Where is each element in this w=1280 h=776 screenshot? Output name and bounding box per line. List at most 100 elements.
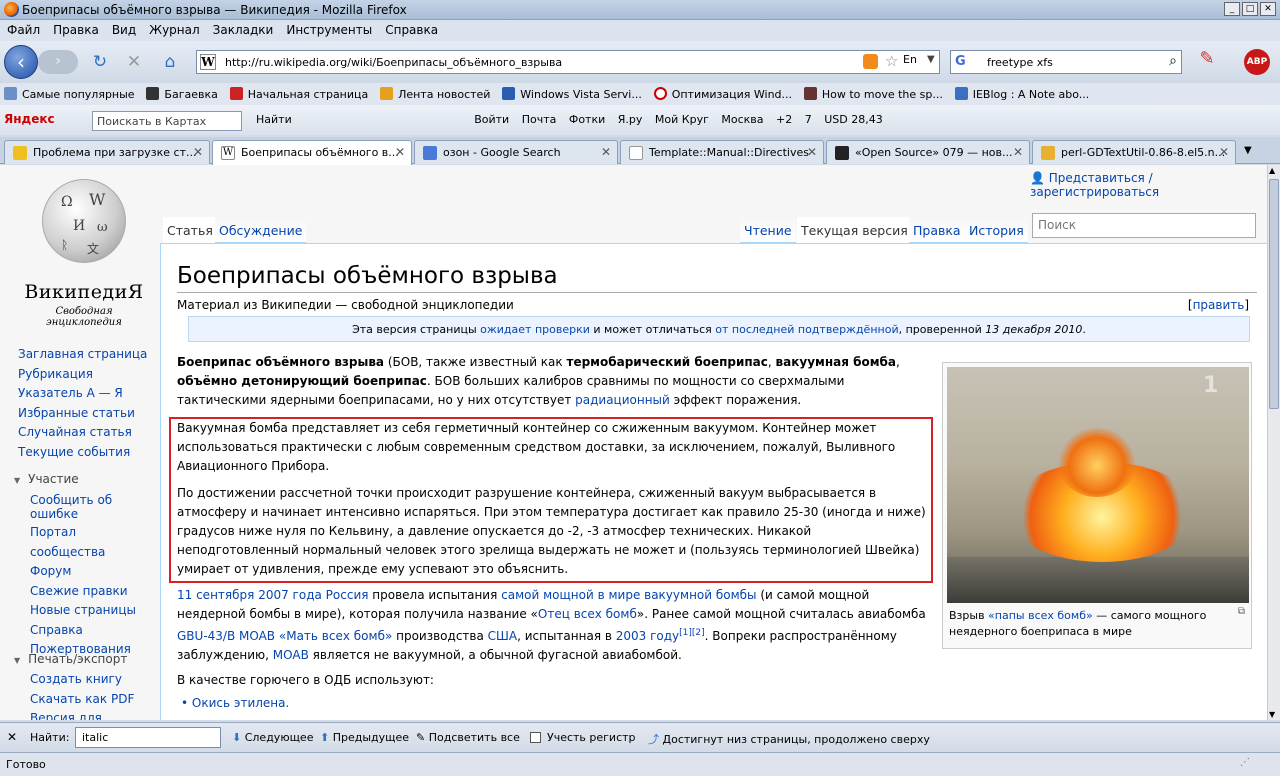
menu-help[interactable]: Справка: [378, 20, 444, 37]
minimize-button[interactable]: _: [1224, 2, 1240, 16]
yandex-traffic[interactable]: 7: [805, 113, 812, 126]
menu-tools[interactable]: Инструменты: [279, 20, 378, 37]
sidebar-item-random[interactable]: Случайная статья: [18, 423, 158, 443]
yandex-logo[interactable]: Яндекс: [4, 112, 55, 126]
bookmark-item[interactable]: Багаевка: [142, 83, 221, 101]
enlarge-icon[interactable]: ⧉: [1238, 606, 1245, 617]
url-bar[interactable]: W http://ru.wikipedia.org/wiki/Боеприпас…: [196, 50, 940, 74]
close-tab-icon[interactable]: ✕: [193, 145, 203, 159]
tab-opensource[interactable]: «Open Source» 079 — нов... ✕: [826, 140, 1030, 164]
search-bar-text[interactable]: freetype xfs: [987, 56, 1053, 69]
search-icon[interactable]: ⌕: [1169, 53, 1177, 69]
sidebar-item-print-version[interactable]: Версия для печати: [30, 709, 148, 720]
close-tab-icon[interactable]: ✕: [601, 145, 611, 159]
yandex-find-button[interactable]: Найти: [256, 113, 292, 126]
sidebar-item-recent-changes[interactable]: Свежие правки: [30, 582, 148, 602]
sidebar-item-report-error[interactable]: Сообщить об ошибке: [30, 491, 148, 523]
close-window-button[interactable]: ✕: [1260, 2, 1276, 16]
reload-icon[interactable]: ↻: [90, 52, 110, 72]
sidebar-heading-participation[interactable]: Участие: [14, 472, 79, 486]
find-previous-button[interactable]: ⬆ Предыдущее: [320, 731, 409, 744]
sidebar-item-community[interactable]: Портал сообщества: [30, 523, 148, 562]
sidebar-heading-print[interactable]: Печать/экспорт: [14, 652, 127, 666]
bookmark-star-icon[interactable]: ☆: [885, 52, 898, 70]
tab-list-icon[interactable]: ▼: [1244, 145, 1252, 156]
tab-template[interactable]: Template::Manual::Directives ✕: [620, 140, 824, 164]
sidebar-item-download-pdf[interactable]: Скачать как PDF: [30, 690, 148, 710]
sidebar-item-help[interactable]: Справка: [30, 621, 148, 641]
yandex-mail[interactable]: Почта: [522, 113, 557, 126]
match-case-checkbox[interactable]: Учесть регистр: [530, 731, 636, 744]
adblock-button[interactable]: ABP: [1244, 49, 1270, 75]
highlight-all-button[interactable]: ✎ Подсветить все: [416, 731, 520, 744]
explosion-photo[interactable]: 1: [947, 367, 1249, 603]
tab-talk[interactable]: Обсуждение: [215, 217, 307, 243]
sidebar-item-create-book[interactable]: Создать книгу: [30, 670, 148, 690]
yandex-map-search-input[interactable]: Поискать в Картах: [92, 111, 242, 131]
bookmark-item[interactable]: Windows Vista Servi...: [498, 83, 646, 101]
google-icon[interactable]: G: [955, 54, 966, 69]
bookmark-item[interactable]: Лента новостей: [376, 83, 494, 101]
scroll-up-icon[interactable]: ▲: [1269, 166, 1275, 175]
yandex-currency[interactable]: USD 28,43: [824, 113, 883, 126]
tab-problem[interactable]: Проблема при загрузке ст... ✕: [4, 140, 210, 164]
close-findbar-icon[interactable]: ✕: [7, 730, 17, 744]
forward-button[interactable]: ›: [38, 50, 78, 74]
tab-google[interactable]: озон - Google Search ✕: [414, 140, 618, 164]
sidebar-item-main-page[interactable]: Заглавная страница: [18, 345, 158, 365]
scroll-down-icon[interactable]: ▼: [1269, 710, 1275, 719]
yandex-city[interactable]: Москва: [721, 113, 763, 126]
close-tab-icon[interactable]: ✕: [1219, 145, 1229, 159]
sidebar-item-categories[interactable]: Рубрикация: [18, 365, 158, 385]
wikipedia-logo[interactable]: Ω W И ω ᚱ 文 ВикипедиЯ Свободная энциклоп…: [18, 175, 148, 328]
sidebar-item-index[interactable]: Указатель А — Я: [18, 384, 158, 404]
tab-perl[interactable]: perl-GDTextUtil-0.86-8.el5.n... ✕: [1032, 140, 1236, 164]
menu-edit[interactable]: Правка: [46, 20, 105, 37]
rss-feed-icon[interactable]: [863, 54, 878, 69]
close-tab-icon[interactable]: ✕: [1013, 145, 1023, 159]
find-input[interactable]: italic: [75, 727, 221, 748]
stop-icon[interactable]: ✕: [124, 52, 144, 72]
tab-current-version[interactable]: Текущая версия: [797, 217, 912, 243]
scrollbar-thumb[interactable]: [1269, 179, 1279, 409]
tab-wikipedia[interactable]: W Боеприпасы объёмного в... ✕: [212, 140, 412, 165]
bookmark-item[interactable]: Самые популярные: [0, 83, 139, 101]
yandex-weather[interactable]: +2: [776, 113, 792, 126]
tab-article[interactable]: Статья: [163, 217, 217, 243]
back-button[interactable]: ‹: [4, 45, 38, 79]
yandex-photos[interactable]: Фотки: [569, 113, 605, 126]
close-tab-icon[interactable]: ✕: [807, 145, 817, 159]
page-scrollbar[interactable]: ▲ ▼: [1267, 165, 1280, 720]
yandex-yaru[interactable]: Я.ру: [618, 113, 643, 126]
menu-file[interactable]: Файл: [0, 20, 46, 37]
edit-section-link[interactable]: [править]: [1188, 298, 1249, 312]
resize-grip-icon[interactable]: ⋰: [1240, 757, 1270, 773]
bookmark-item[interactable]: Начальная страница: [226, 83, 373, 101]
menu-bookmarks[interactable]: Закладки: [206, 20, 280, 37]
yandex-moikrug[interactable]: Мой Круг: [655, 113, 709, 126]
bookmark-item[interactable]: IEBlog : A Note abo...: [951, 83, 1094, 101]
url-text[interactable]: http://ru.wikipedia.org/wiki/Боеприпасы_…: [225, 56, 562, 69]
url-dropdown-icon[interactable]: ▼: [927, 54, 935, 65]
yandex-login[interactable]: Войти: [474, 113, 509, 126]
list-item[interactable]: Окись этилена.: [192, 696, 289, 710]
sidebar-item-forum[interactable]: Форум: [30, 562, 148, 582]
sidebar-item-featured[interactable]: Избранные статьи: [18, 404, 158, 424]
menu-view[interactable]: Вид: [105, 20, 142, 37]
menu-history[interactable]: Журнал: [142, 20, 206, 37]
find-next-button[interactable]: ⬇ Следующее: [232, 731, 313, 744]
search-bar[interactable]: G freetype xfs ⌕: [950, 50, 1182, 74]
login-link[interactable]: 👤 Представиться / зарегистрироваться: [1030, 171, 1267, 199]
bookmark-item[interactable]: Оптимизация Wind...: [650, 83, 796, 101]
sidebar-item-new-pages[interactable]: Новые страницы: [30, 601, 148, 621]
home-icon[interactable]: ⌂: [160, 52, 180, 72]
bookmark-item[interactable]: How to move the sp...: [800, 83, 947, 101]
tab-read[interactable]: Чтение: [740, 217, 796, 243]
maximize-button[interactable]: □: [1242, 2, 1258, 16]
tab-history[interactable]: История: [965, 217, 1028, 243]
tab-edit[interactable]: Правка: [909, 217, 965, 243]
notes-icon[interactable]: ✎: [1194, 48, 1220, 76]
close-tab-icon[interactable]: ✕: [395, 145, 405, 159]
language-indicator[interactable]: En: [903, 53, 917, 66]
sidebar-item-current-events[interactable]: Текущие события: [18, 443, 158, 463]
